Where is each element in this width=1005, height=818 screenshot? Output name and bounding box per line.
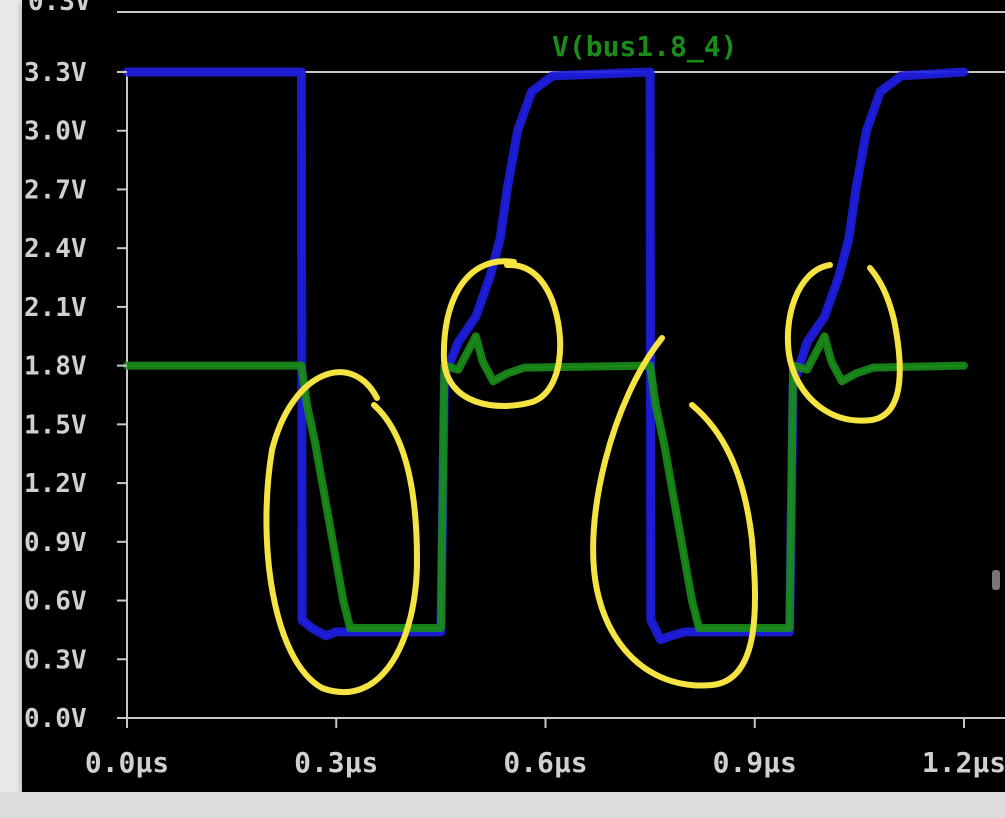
series-band-1 — [122, 67, 969, 645]
data-point — [505, 188, 509, 191]
data-point — [474, 335, 477, 338]
data-point — [498, 237, 502, 240]
status-strip — [0, 792, 1005, 818]
data-point — [523, 366, 526, 369]
y-tick-label: 0.0V — [24, 704, 87, 734]
data-point — [491, 380, 495, 383]
scroll-handle[interactable] — [992, 570, 1000, 590]
data-point — [305, 403, 309, 406]
data-point — [962, 70, 966, 74]
y-tick-label: 0.3V — [24, 645, 87, 675]
data-point — [342, 599, 345, 602]
data-point — [962, 364, 966, 367]
data-point — [516, 129, 519, 132]
data-point — [551, 74, 554, 78]
y-tick-label: 0.6V — [24, 587, 87, 617]
data-point — [324, 501, 327, 504]
data-point — [324, 634, 327, 637]
data-point — [830, 360, 833, 363]
waveform-chart[interactable]: 0.0V 0.3V 0.6V 0.9V 1.2V 1.5V 1.8V 2.1V 2.4V 2.7V… — [22, 0, 1005, 792]
data-point — [697, 626, 701, 630]
data-point — [683, 630, 687, 634]
data-point — [649, 618, 653, 622]
data-point — [900, 74, 903, 78]
data-point — [805, 340, 809, 344]
data-point — [837, 276, 840, 279]
data-point — [662, 442, 666, 446]
x-tick-label: 0.6µs — [503, 746, 587, 779]
window-left-margin — [0, 0, 22, 792]
data-point — [481, 360, 484, 363]
top-axis-partial-label: 0.3V — [28, 0, 91, 17]
data-point — [300, 618, 304, 622]
data-point — [300, 364, 303, 367]
data-point — [854, 372, 858, 375]
data-point — [847, 237, 851, 240]
data-point — [788, 626, 791, 630]
data-point — [673, 501, 676, 504]
data-point — [654, 403, 657, 406]
y-tick-label: 0.9V — [24, 528, 87, 558]
data-point — [300, 70, 303, 74]
waveform-viewer: 0.0V 0.3V 0.6V 0.9V 1.2V 1.5V 1.8V 2.1V 2.4V 2.7V… — [0, 0, 1005, 818]
y-tick-label: 2.7V — [24, 175, 87, 205]
data-point — [648, 70, 652, 74]
y-tick-label: 3.3V — [24, 58, 87, 88]
data-point — [349, 626, 352, 630]
data-point — [659, 638, 662, 641]
data-point — [690, 599, 694, 602]
data-point — [805, 368, 809, 371]
data-point — [865, 129, 868, 132]
trace-label[interactable]: V(bus1.8_4) — [552, 30, 737, 63]
data-point — [505, 372, 509, 375]
y-tick-label: 1.8V — [24, 352, 87, 382]
y-tick-label: 2.1V — [24, 293, 87, 323]
data-point — [474, 315, 477, 318]
x-tick-label: 0.0µs — [85, 746, 169, 779]
data-point — [683, 560, 687, 563]
y-tick-label: 1.5V — [24, 410, 87, 440]
data-point — [669, 634, 673, 637]
data-point — [335, 630, 338, 634]
series-line-1[interactable] — [127, 70, 965, 641]
data-point — [840, 380, 844, 383]
y-tick-label: 2.4V — [24, 234, 87, 264]
x-tick-label: 0.9µs — [713, 746, 797, 779]
data-point — [823, 315, 826, 318]
data-point — [530, 90, 533, 93]
data-point — [457, 340, 460, 344]
y-tick-label: 1.2V — [24, 469, 87, 499]
data-point — [335, 560, 338, 563]
plot-pane[interactable]: 0.0V 0.3V 0.6V 0.9V 1.2V 1.5V 1.8V 2.1V 2.4V 2.7V… — [22, 0, 1005, 792]
data-point — [314, 442, 317, 446]
x-tick-label: 1.2µs — [922, 746, 1005, 779]
data-point — [439, 626, 443, 630]
data-point — [648, 364, 652, 367]
data-point — [854, 188, 858, 191]
series-band-2 — [123, 332, 968, 632]
x-tick-label: 0.3µs — [294, 746, 378, 779]
y-tick-label: 3.0V — [24, 117, 87, 147]
data-point — [879, 90, 882, 93]
data-point — [488, 276, 491, 279]
data-point — [457, 368, 460, 371]
annotation-loop — [263, 369, 421, 696]
data-point — [823, 335, 826, 338]
data-point — [310, 626, 314, 630]
data-point — [872, 366, 875, 369]
